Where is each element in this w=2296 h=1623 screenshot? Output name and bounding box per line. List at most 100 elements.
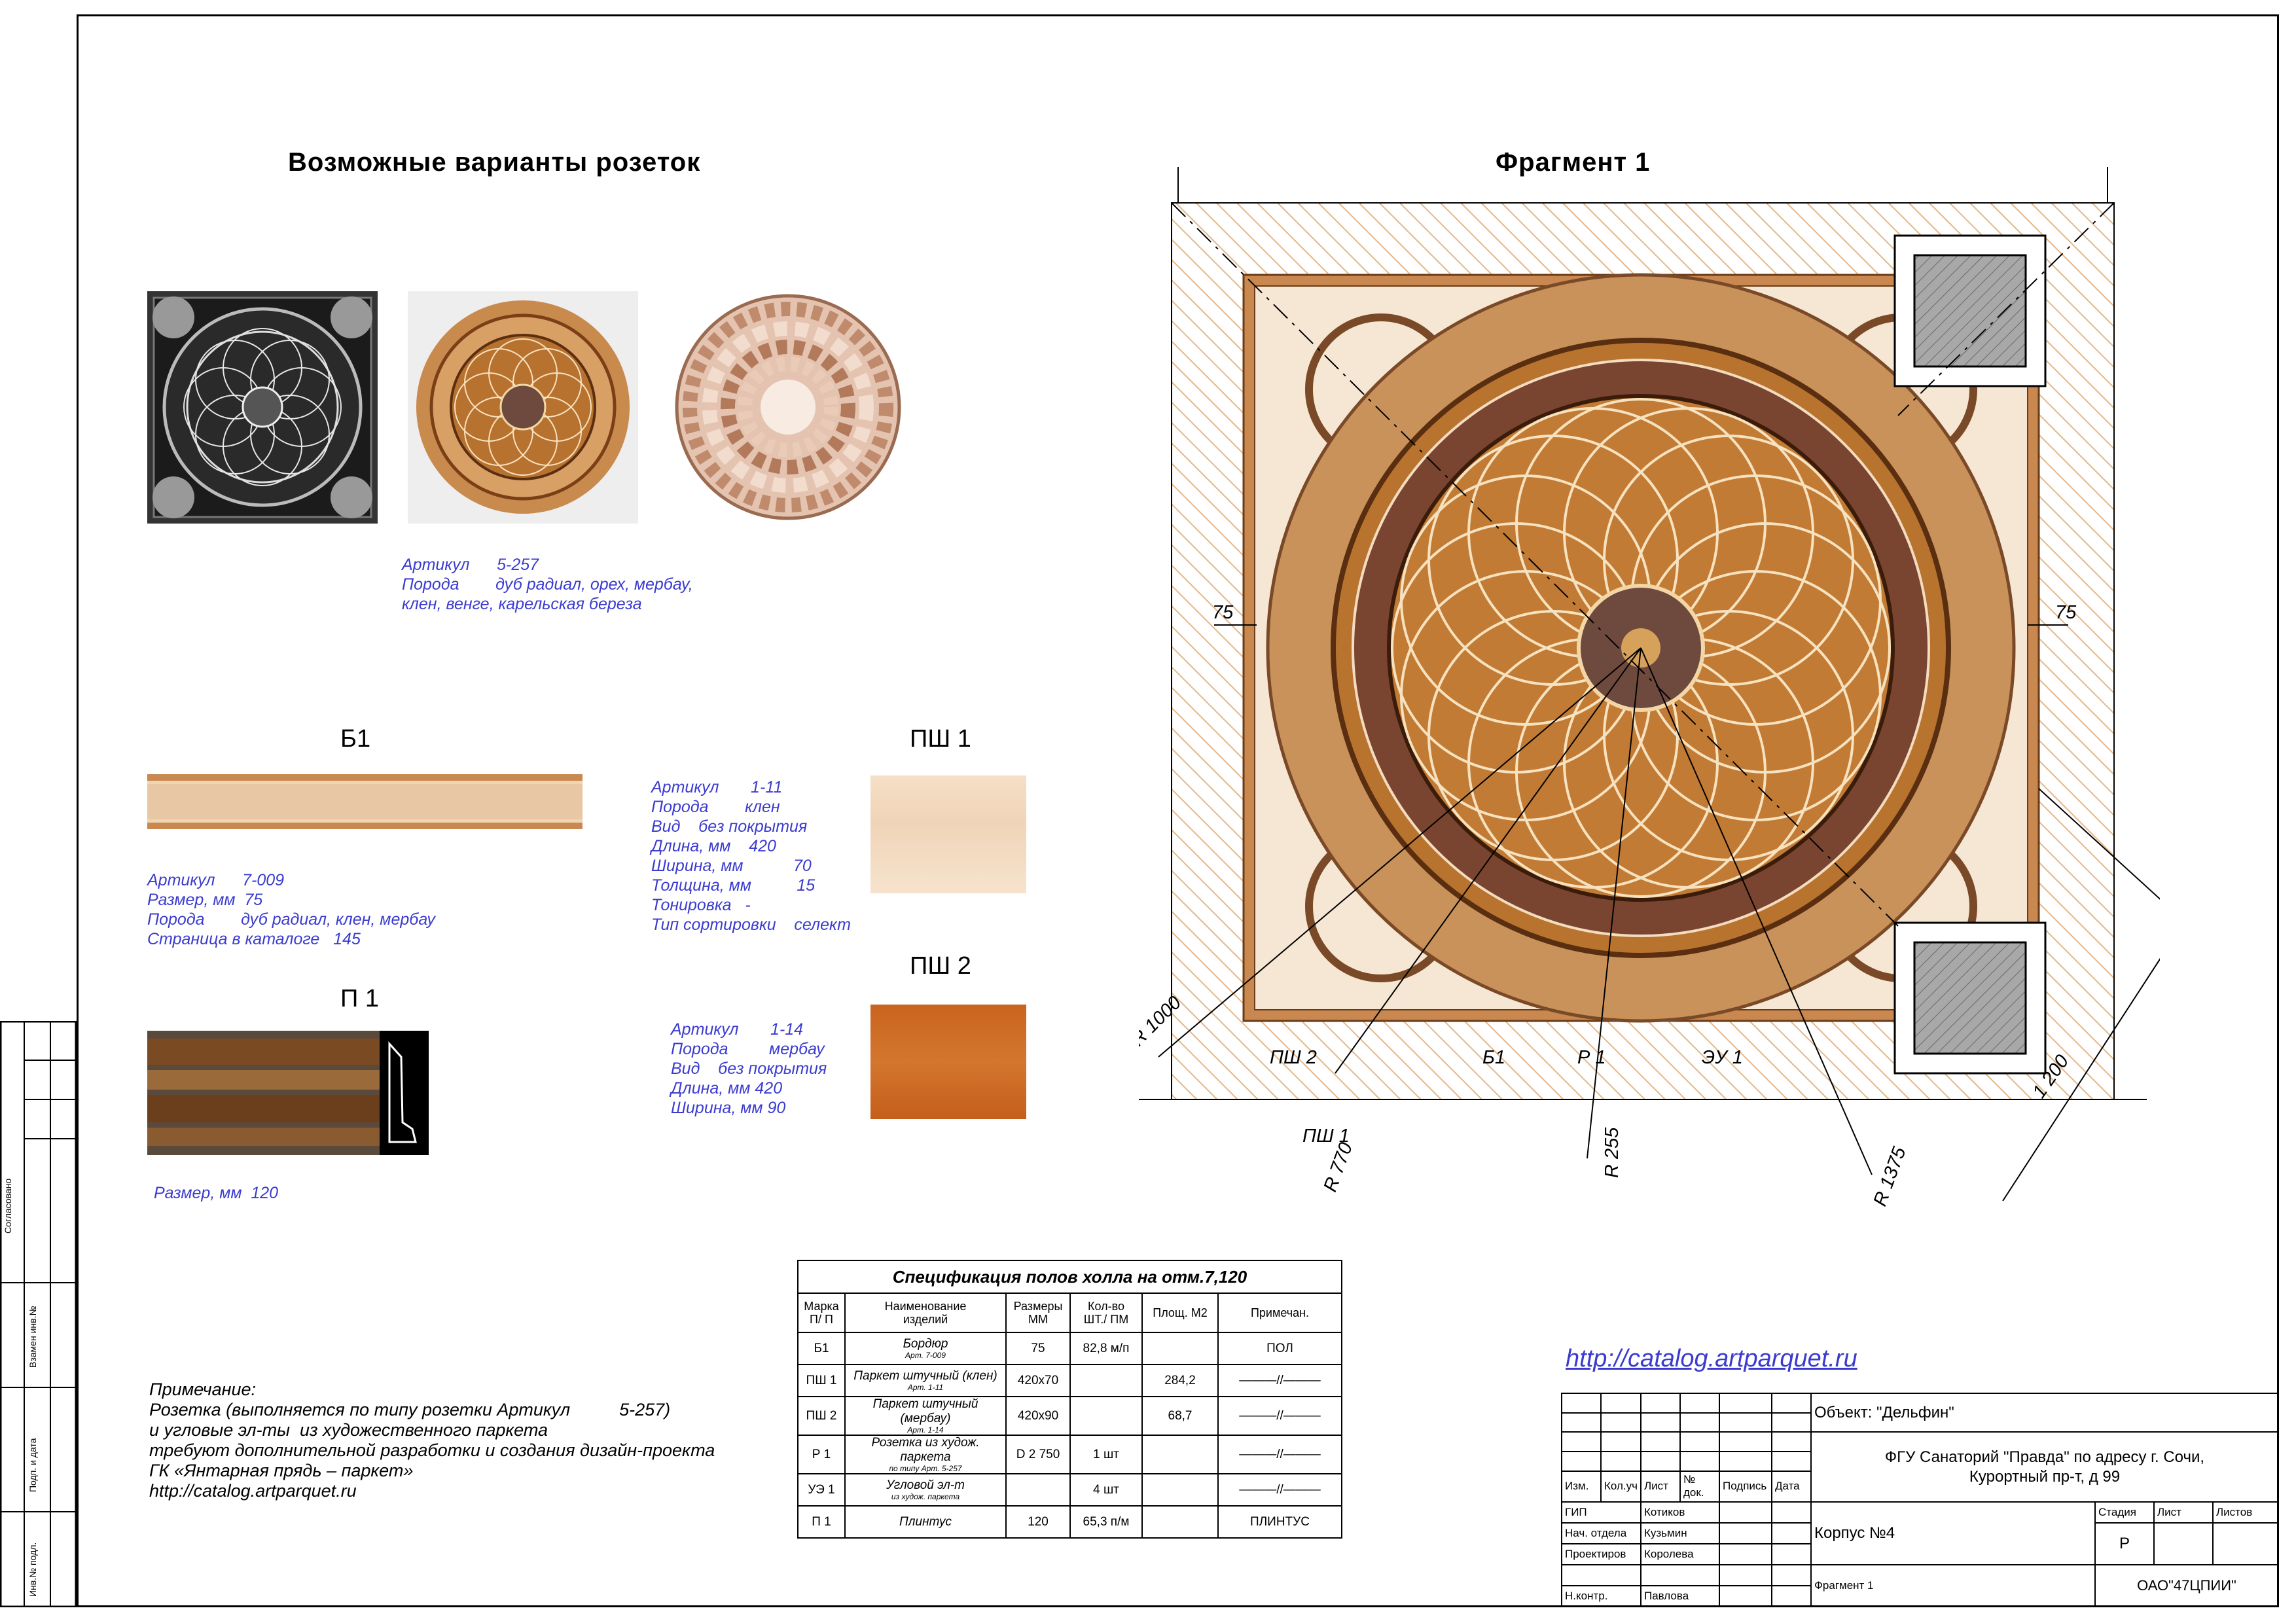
fragment-plan: 75 75 R 1000 R 770 R 255 R 1375 1 200 ПШ… [1139,167,2160,1209]
spec-cell [1141,1505,1219,1539]
stamp-role: Н.контр. [1561,1584,1641,1608]
stamp-person: Котиков [1640,1501,1720,1524]
psh2-info-line: Вид без покрытия [671,1060,827,1078]
stamp-role: Нач. отдела [1561,1522,1641,1545]
spec-header: Размеры ММ [1005,1293,1071,1333]
stamp-sheets-head: Листов [2212,1501,2279,1524]
spec-cell [1069,1364,1143,1397]
spec-cell: 75 [1005,1332,1071,1365]
stamp-sheet-head: Лист [2153,1501,2214,1524]
p1-label: П 1 [340,985,380,1012]
stamp-sheet-title: Фрагмент 1 [1810,1564,2096,1607]
b1-info: Артикул 7-009 Размер, мм 75 Порода дуб р… [147,870,435,949]
psh2-merbau-swatch [870,1005,1026,1119]
stamp-col-head: № док. [1679,1470,1720,1503]
spec-cell [1141,1332,1219,1365]
rosette-black-image [147,291,378,524]
psh2-label: ПШ 2 [910,952,971,980]
table-row: ПШ 2 Паркет штучный (мербау) Арт. 1-14 42… [797,1396,1342,1436]
catalog-link[interactable]: http://catalog.artparquet.ru [1566,1345,1857,1373]
side-agreed: Согласовано [3,1178,13,1234]
spec-cell: Угловой эл-т [886,1478,965,1492]
table-row: ПШ 1 Паркет штучный (клен) Арт. 1-11 420х… [797,1364,1342,1397]
stamp-col-head: Дата [1770,1470,1812,1503]
psh1-label: ПШ 1 [910,725,971,753]
spec-cell: Бордюр [903,1337,948,1351]
stamp-object: Объект: "Дельфин" [1810,1392,2280,1433]
dim-r770: R 770 [1320,1140,1357,1195]
spec-cell: Р 1 [797,1435,846,1474]
psh1-info-line: Порода клен [651,798,780,816]
b1-info-line: Размер, мм 75 [147,891,263,909]
rosette-info-line: клен, венге, карельская береза [402,595,642,613]
psh1-maple-swatch [870,776,1026,893]
spec-cell: Паркет штучный (мербау) [872,1397,978,1425]
spec-cell: Паркет штучный (клен) [853,1369,997,1383]
stamp-col-head: Лист [1640,1470,1681,1503]
b1-label: Б1 [340,725,371,753]
b1-info-line: Артикул 7-009 [147,871,285,889]
spec-cell-sub: из худож. паркета [891,1492,960,1501]
spec-caption: Спецификация полов холла на отм.7,120 [797,1260,1342,1294]
stamp-building: Корпус №4 [1810,1501,2096,1566]
spec-cell: П 1 [797,1505,846,1539]
psh2-info-line: Артикул 1-14 [671,1020,804,1039]
spec-cell [1141,1435,1219,1474]
psh2-info-line: Длина, мм 420 [671,1079,783,1097]
psh1-info-line: Тонировка - [651,896,751,914]
stamp-person: Павлова [1640,1584,1720,1608]
spec-cell: Розетка из худож. паркета [871,1436,980,1464]
leader-eu1: ЭУ 1 [1702,1047,1743,1068]
variants-title: Возможные варианты розеток [288,148,701,177]
dim-r255: R 255 [1602,1127,1623,1178]
psh1-info-line: Длина, мм 420 [651,837,776,855]
spec-cell: ———//——— [1217,1396,1342,1436]
spec-cell: ПШ 2 [797,1396,846,1436]
side-replace-inv: Взамен инв.№ [27,1306,38,1368]
stamp-person: Кузьмин [1640,1522,1720,1545]
leader-psh2: ПШ 2 [1270,1047,1317,1068]
rosette-segments-image [675,294,901,520]
b1-border-swatch [147,774,583,829]
psh2-info: Артикул 1-14 Порода мербау Вид без покры… [671,1020,827,1118]
spec-cell-sub: по типу Арт. 5-257 [889,1464,962,1473]
dim-r1375: R 1375 [1870,1144,1910,1209]
spec-header: Примечан. [1217,1293,1342,1333]
note-line: требуют дополнительной разработки и созд… [149,1440,715,1460]
spec-cell [1005,1473,1071,1507]
spec-header: Марка П/ П [797,1293,846,1333]
spec-cell: ПШ 1 [797,1364,846,1397]
note-line[interactable]: http://catalog.artparquet.ru [149,1481,715,1501]
spec-cell: ПЛИНТУС [1217,1505,1342,1539]
stamp-stage: Р [2094,1522,2155,1566]
psh1-info-line: Артикул 1-11 [651,778,783,796]
psh1-info-line: Вид без покрытия [651,817,808,836]
spec-cell: ———//——— [1217,1435,1342,1474]
rosette-info: Артикул 5-257 Порода дуб радиал, орех, м… [402,555,693,614]
spec-cell: Б1 [797,1332,846,1365]
p1-plinth-image [147,1031,429,1155]
leader-psh1: ПШ 1 [1302,1126,1350,1147]
note-block: Примечание: Розетка (выполняется по типу… [149,1380,715,1501]
table-row: Р 1 Розетка из худож. паркета по типу Арт… [797,1435,1342,1474]
rosette-wood-image [408,291,638,524]
stamp-org: ОАО"47ЦПИИ" [2094,1564,2279,1607]
note-line: и угловые эл-ты из художественного парке… [149,1420,548,1440]
stamp-stage-head: Стадия [2094,1501,2155,1524]
spec-cell-sub: Арт. 1-14 [907,1425,944,1435]
spec-cell: 4 шт [1069,1473,1143,1507]
side-inv-orig: Инв.№ подл. [27,1542,38,1597]
spec-header: Наименование изделий [844,1293,1007,1333]
rosette-info-line: Порода дуб радиал, орех, мербау, [402,575,693,594]
p1-info: Размер, мм 120 [154,1183,278,1203]
spec-cell [1069,1396,1143,1436]
spec-cell: ———//——— [1217,1473,1342,1507]
psh1-info-line: Толщина, мм 15 [651,876,816,895]
spec-cell: УЭ 1 [797,1473,846,1507]
stamp-role: Проектиров [1561,1543,1641,1566]
psh1-info-line: Ширина, мм 70 [651,857,812,875]
spec-cell-sub: Арт. 1-11 [907,1383,944,1392]
dim-75-right: 75 [2055,602,2077,623]
spec-cell: 284,2 [1141,1364,1219,1397]
psh1-info: Артикул 1-11 Порода клен Вид без покрыти… [651,777,851,935]
